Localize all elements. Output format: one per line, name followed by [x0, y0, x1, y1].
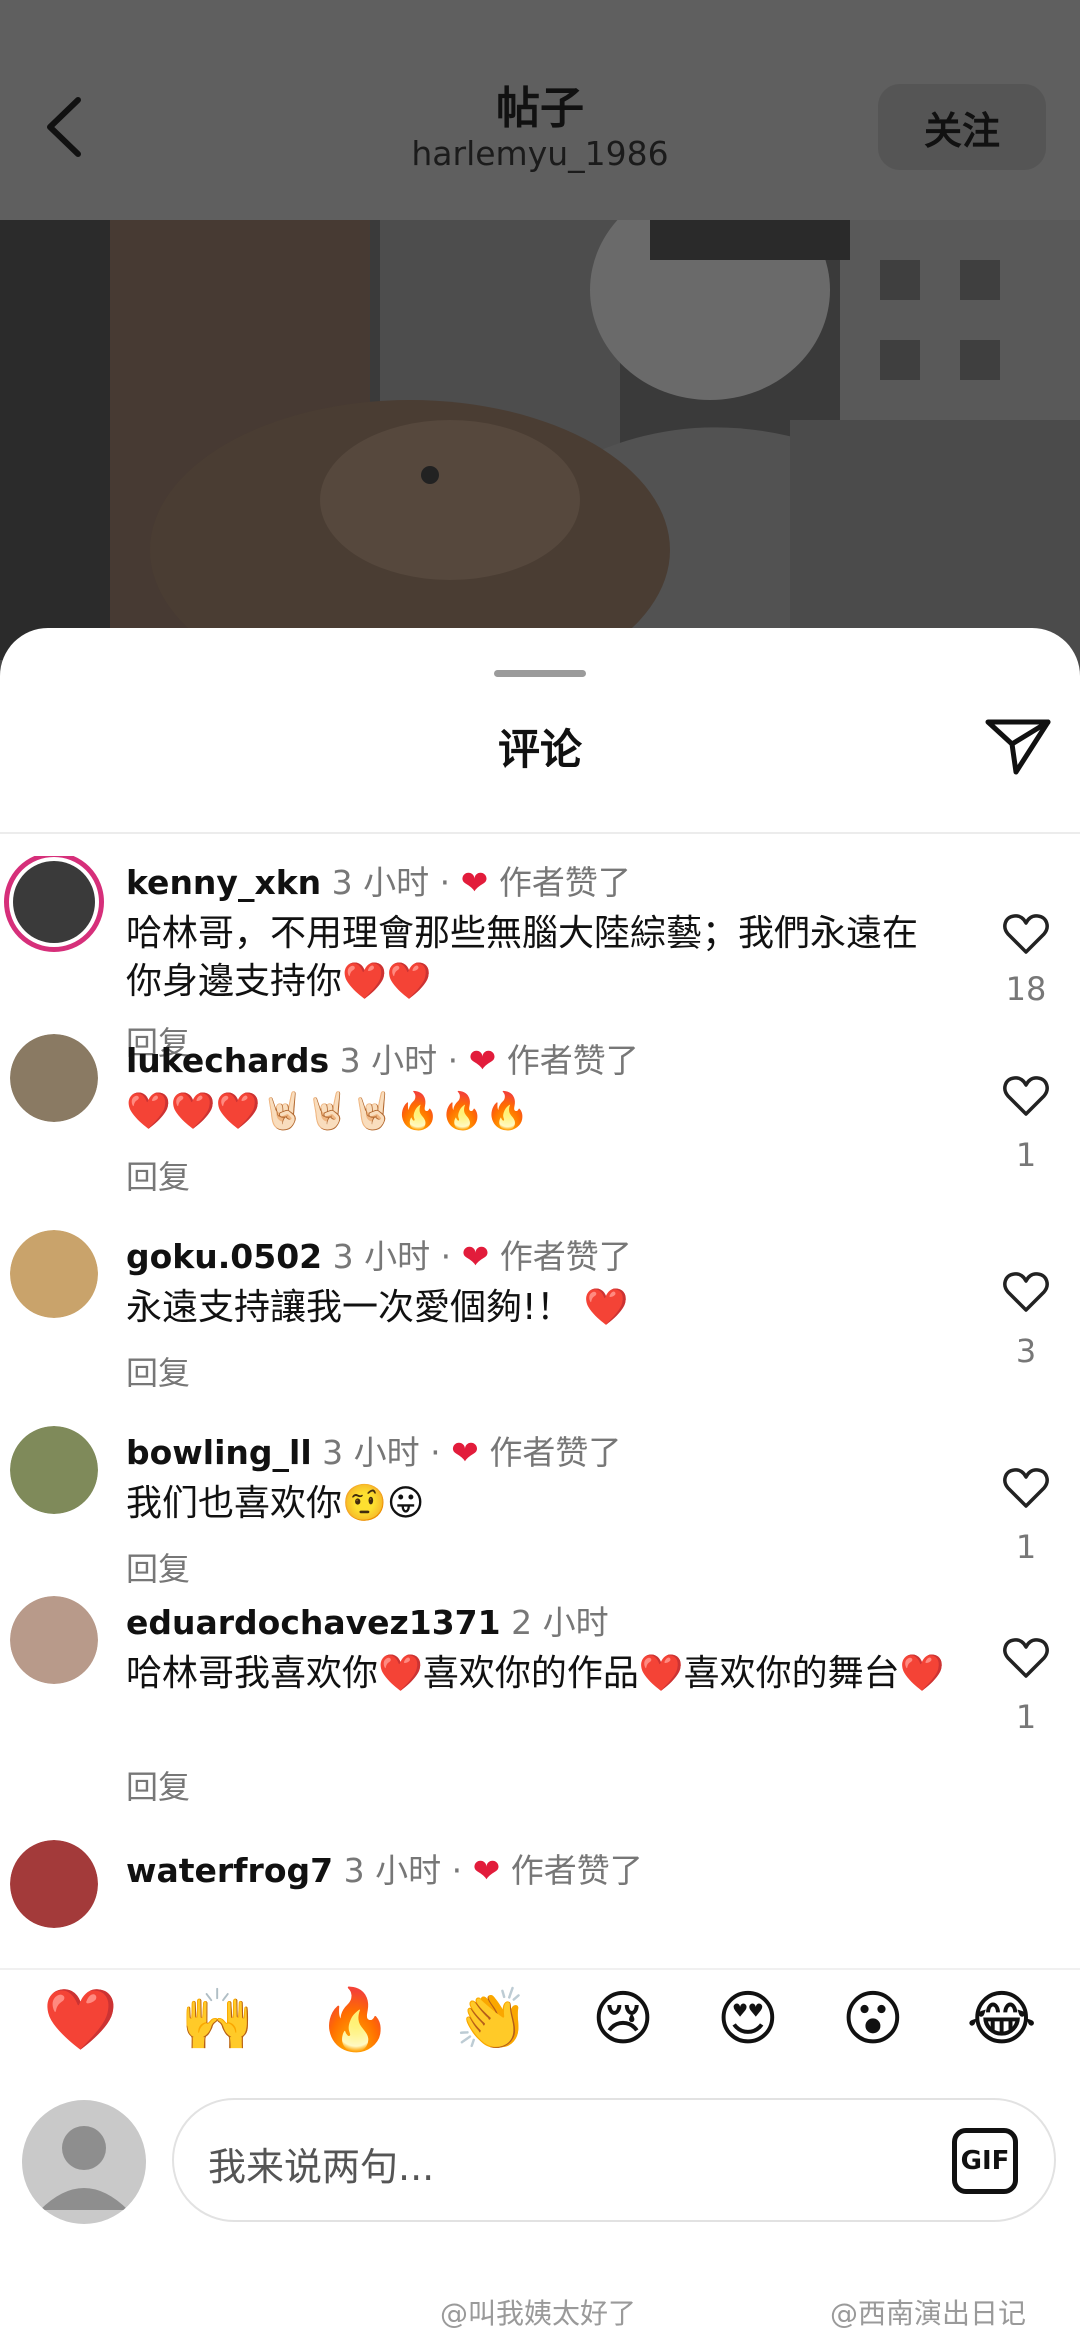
author-liked-heart-icon: ❤	[468, 1041, 497, 1080]
avatar[interactable]	[10, 1230, 98, 1318]
meta-separator: ·	[439, 863, 451, 902]
like-count: 1	[1015, 1698, 1037, 1736]
comment-item: waterfrog7 3 小时 · ❤ 作者赞了	[0, 1840, 1080, 1940]
comment-username[interactable]: eduardochavez1371	[126, 1603, 501, 1642]
comment-meta: eduardochavez1371 2 小时	[126, 1596, 609, 1644]
comment-item: bowling_ll 3 小时 · ❤ 作者赞了 我们也喜欢你🤨😛 回复 1	[0, 1426, 1080, 1588]
author-liked-label: 作者赞了	[506, 1041, 639, 1080]
comment-text: ❤️❤️❤️🤘🏻🤘🏻🤘🏻🔥🔥🔥	[126, 1091, 530, 1132]
comment-time: 3 小时	[343, 1851, 442, 1890]
watermark-right: @西南演出日记	[830, 2297, 1027, 2330]
comment-text: 哈林哥我喜欢你❤️喜欢你的作品❤️喜欢你的舞台❤️	[126, 1653, 945, 1694]
comment-username[interactable]: waterfrog7	[126, 1851, 333, 1890]
comment-time: 3 小时	[339, 1041, 438, 1080]
meta-separator: ·	[430, 1433, 441, 1472]
like-heart-icon[interactable]	[1002, 1270, 1050, 1314]
avatar[interactable]	[10, 1426, 98, 1514]
like-count: 3	[1015, 1332, 1037, 1370]
comment-username[interactable]: lukechards	[126, 1041, 329, 1080]
comment-time: 2 小时	[511, 1603, 609, 1642]
comment-list[interactable]: kenny_xkn 3 小时 · ❤ 作者赞了 哈林哥，不用理會那些無腦大陸綜藝…	[0, 856, 1080, 1596]
follow-button[interactable]: 关注	[878, 84, 1046, 170]
sheet-drag-handle[interactable]	[494, 670, 586, 677]
header-divider	[0, 832, 1080, 834]
my-avatar[interactable]	[22, 2100, 146, 2224]
comment-username[interactable]: goku.0502	[126, 1237, 322, 1276]
comment-input-placeholder: 我来说两句...	[208, 2145, 435, 2189]
author-liked-heart-icon: ❤	[461, 1237, 490, 1276]
reply-button[interactable]: 回复	[126, 1544, 190, 1590]
author-liked-label: 作者赞了	[498, 863, 631, 902]
comment-list-continued[interactable]: eduardochavez1371 2 小时 哈林哥我喜欢你❤️喜欢你的作品❤️…	[0, 1596, 1080, 1940]
comment-meta: goku.0502 3 小时 · ❤ 作者赞了	[126, 1230, 632, 1278]
comment-time: 3 小时	[322, 1433, 420, 1472]
emoji-crying[interactable]: 😢	[592, 1984, 655, 2054]
comment-text: 永遠支持讓我一次愛個夠!！ ❤️	[126, 1287, 629, 1328]
emoji-laughing[interactable]: 😂	[967, 1984, 1037, 2054]
reply-button[interactable]: 回复	[126, 1762, 190, 1808]
reply-button[interactable]: 回复	[126, 1152, 190, 1198]
author-liked-label: 作者赞了	[499, 1237, 632, 1276]
comment-meta: waterfrog7 3 小时 · ❤ 作者赞了	[126, 1844, 643, 1892]
emoji-fire[interactable]: 🔥	[317, 1984, 392, 2055]
comment-input-row: 我来说两句... GIF	[0, 2098, 1080, 2258]
like-heart-icon[interactable]	[1002, 1074, 1050, 1118]
avatar[interactable]	[4, 856, 104, 952]
comment-input[interactable]: 我来说两句... GIF	[172, 2098, 1056, 2222]
share-send-icon[interactable]	[982, 708, 1054, 780]
watermarks: @叫我姨太好了 @西南演出日记	[0, 2288, 1080, 2338]
comment-item: goku.0502 3 小时 · ❤ 作者赞了 永遠支持讓我一次愛個夠!！ ❤️…	[0, 1230, 1080, 1392]
comment-username[interactable]: kenny_xkn	[126, 863, 321, 902]
emoji-quick-bar: ❤️ 🙌 🔥 👏 😢 😍 😮 😂	[0, 1968, 1080, 2068]
reply-button[interactable]: 回复	[126, 1348, 190, 1394]
comments-sheet: 评论 kenny_xkn 3 小时 · ❤ 作者赞了 哈林哥，不用理會那些無腦大…	[0, 628, 1080, 2342]
avatar[interactable]	[10, 1596, 98, 1684]
comment-username[interactable]: bowling_ll	[126, 1433, 312, 1472]
meta-separator: ·	[451, 1851, 463, 1890]
emoji-raised-hands[interactable]: 🙌	[180, 1984, 255, 2055]
comment-item: eduardochavez1371 2 小时 哈林哥我喜欢你❤️喜欢你的作品❤️…	[0, 1596, 1080, 1806]
like-count: 1	[1015, 1136, 1037, 1174]
default-avatar-icon	[40, 2126, 128, 2210]
like-heart-icon[interactable]	[1002, 1636, 1050, 1680]
emoji-heart-eyes[interactable]: 😍	[717, 1984, 780, 2054]
author-liked-label: 作者赞了	[489, 1433, 622, 1472]
comment-text: 我们也喜欢你🤨😛	[126, 1483, 425, 1524]
avatar[interactable]	[10, 1034, 98, 1122]
comment-meta: lukechards 3 小时 · ❤ 作者赞了	[126, 1034, 639, 1082]
emoji-clapping[interactable]: 👏	[455, 1984, 530, 2055]
author-liked-heart-icon: ❤	[460, 863, 489, 902]
meta-separator: ·	[447, 1041, 459, 1080]
like-count: 1	[1015, 1528, 1037, 1566]
watermark-left: @叫我姨太好了	[440, 2297, 637, 2330]
comment-time: 3 小时	[332, 1237, 431, 1276]
comment-meta: kenny_xkn 3 小时 · ❤ 作者赞了	[126, 856, 631, 904]
comment-item: lukechards 3 小时 · ❤ 作者赞了 ❤️❤️❤️🤘🏻🤘🏻🤘🏻🔥🔥🔥…	[0, 1034, 1080, 1196]
comment-time: 3 小时	[331, 863, 430, 902]
like-count: 18	[1005, 970, 1047, 1008]
top-header: 帖子 harlemyu_1986 关注	[0, 0, 1080, 220]
meta-separator: ·	[440, 1237, 452, 1276]
comment-meta: bowling_ll 3 小时 · ❤ 作者赞了	[126, 1426, 621, 1474]
post-photo	[0, 220, 1080, 660]
comment-item: kenny_xkn 3 小时 · ❤ 作者赞了 哈林哥，不用理會那些無腦大陸綜藝…	[0, 856, 1080, 1062]
author-liked-heart-icon: ❤	[451, 1433, 479, 1472]
emoji-surprised[interactable]: 😮	[842, 1984, 905, 2054]
gif-icon[interactable]: GIF	[952, 2128, 1018, 2194]
like-heart-icon[interactable]	[1002, 912, 1050, 956]
like-heart-icon[interactable]	[1002, 1466, 1050, 1510]
emoji-heart[interactable]: ❤️	[43, 1984, 118, 2055]
comments-title: 评论	[497, 725, 582, 774]
post-photo-image	[0, 220, 1080, 660]
avatar[interactable]	[10, 1840, 98, 1928]
author-liked-label: 作者赞了	[510, 1851, 643, 1890]
comment-text: 哈林哥，不用理會那些無腦大陸綜藝；我們永遠在你身邊支持你❤️❤️	[126, 913, 919, 1002]
author-liked-heart-icon: ❤	[472, 1851, 501, 1890]
